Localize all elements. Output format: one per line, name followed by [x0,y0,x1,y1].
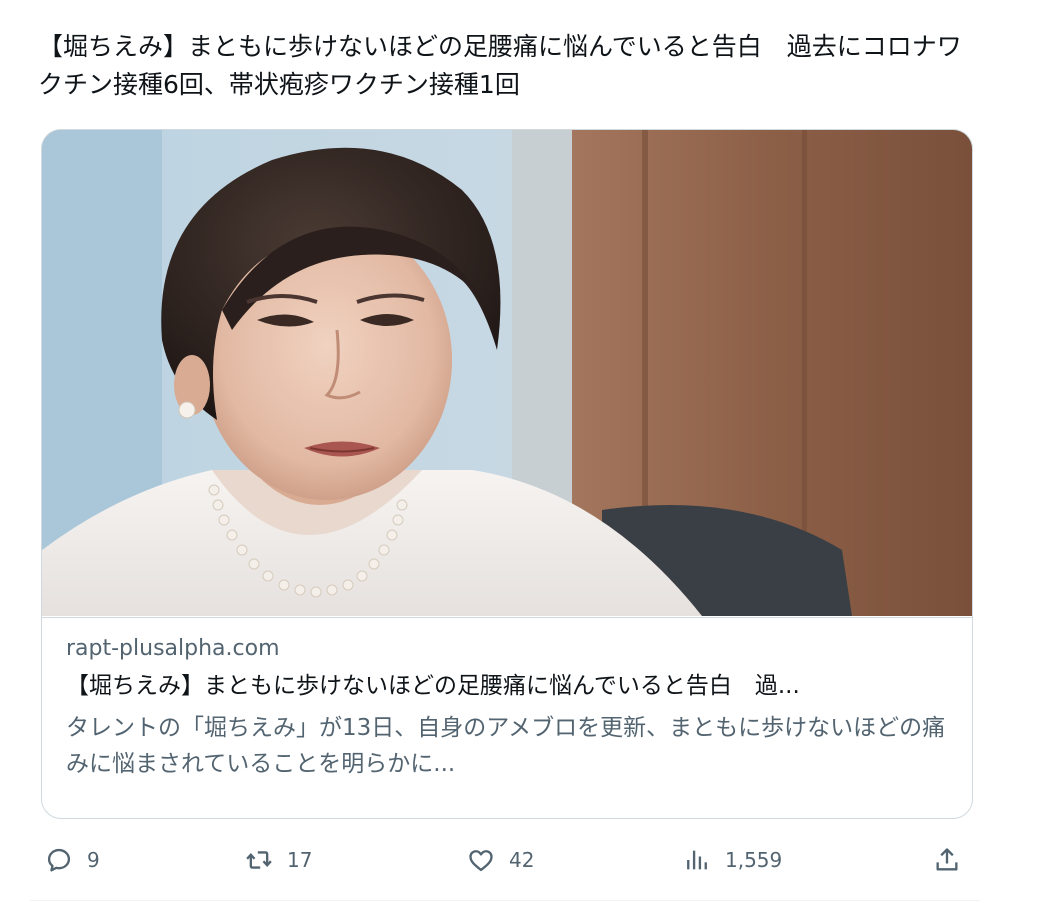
reply-button[interactable]: 9 [45,838,100,882]
views-icon [683,846,711,874]
card-image[interactable] [42,130,972,616]
like-button[interactable]: 42 [467,838,534,882]
retweet-count: 17 [287,848,313,872]
divider [30,900,980,901]
retweet-button[interactable]: 17 [245,838,312,882]
views-button[interactable]: 1,559 [683,838,782,882]
reply-icon [45,846,73,874]
card-description: タレントの「堀ちえみ」が13日、自身のアメブロを更新、まともに歩けないほどの痛み… [66,715,946,777]
reply-count: 9 [87,848,100,872]
card-title: 【堀ちえみ】まともに歩けないほどの足腰痛に悩んでいると告白 過... [66,673,800,699]
link-preview-card[interactable]: rapt-plusalpha.com 【堀ちえみ】まともに歩けないほどの足腰痛に… [41,129,973,819]
share-button[interactable] [933,838,961,882]
views-count: 1,559 [725,848,783,872]
heart-icon [467,846,495,874]
retweet-icon [245,846,273,874]
card-body[interactable]: rapt-plusalpha.com 【堀ちえみ】まともに歩けないほどの足腰痛に… [42,617,972,818]
like-count: 42 [509,848,535,872]
tweet-actions: 9 17 42 1,559 [41,838,971,882]
card-domain: rapt-plusalpha.com [66,636,280,661]
tweet-text: 【堀ちえみ】まともに歩けないほどの足腰痛に悩んでいると告白 過去にコロナワクチン… [38,32,962,99]
share-icon [933,846,961,874]
